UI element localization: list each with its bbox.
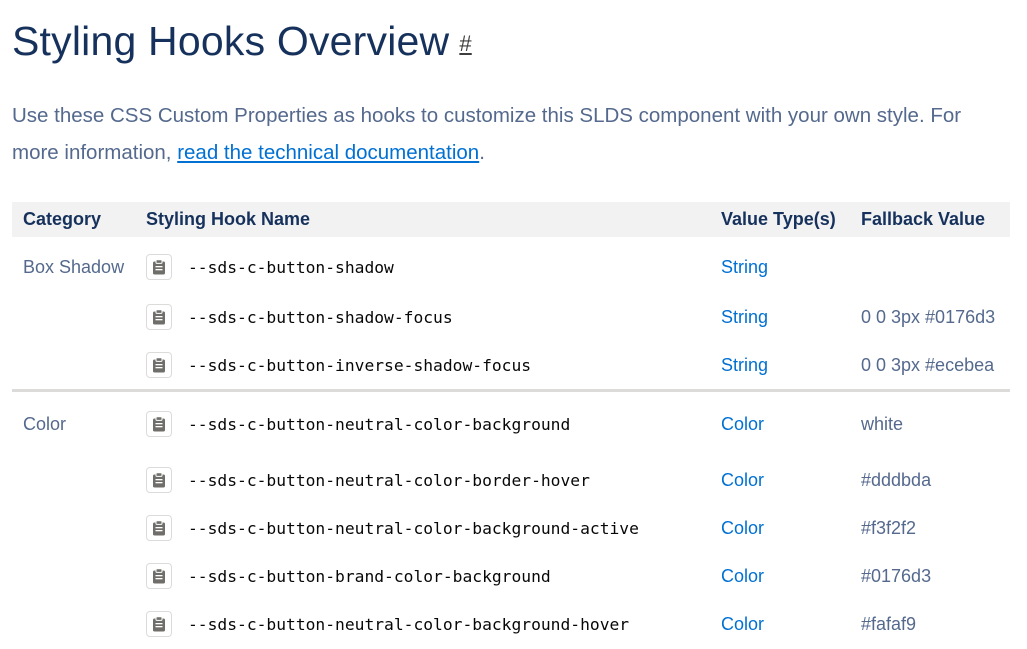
table-row: --sds-c-button-inverse-shadow-focus Strin… xyxy=(12,341,1010,391)
clipboard-icon xyxy=(152,472,166,488)
styling-hooks-table: Category Styling Hook Name Value Type(s)… xyxy=(12,202,1010,648)
clipboard-icon xyxy=(152,259,166,275)
copy-hook-button[interactable] xyxy=(146,254,172,280)
value-type-cell: String xyxy=(721,256,769,277)
hook-name-text: --sds-c-button-neutral-color-background-… xyxy=(188,614,630,634)
hook-name-text: --sds-c-button-brand-color-background xyxy=(188,566,551,586)
value-type-cell: Color xyxy=(721,565,765,586)
hook-name-wrapper: --sds-c-button-inverse-shadow-focus xyxy=(146,352,721,378)
table-row: --sds-c-button-neutral-color-background-… xyxy=(12,504,1010,552)
value-type-cell: Color xyxy=(721,413,765,434)
table-row: --sds-c-button-neutral-color-border-hove… xyxy=(12,456,1010,504)
category-cell xyxy=(12,600,146,648)
copy-hook-button[interactable] xyxy=(146,304,172,330)
hook-name-text: --sds-c-button-shadow xyxy=(188,257,394,277)
table-body: Box Shadow --sds-c-button-shadow String --s… xyxy=(12,237,1010,648)
intro-paragraph: Use these CSS Custom Properties as hooks… xyxy=(12,97,1002,171)
fallback-value-cell: 0 0 3px #ecebea xyxy=(861,354,995,375)
fallback-value-cell: #0176d3 xyxy=(861,565,932,586)
table-row: --sds-c-button-neutral-color-background-… xyxy=(12,600,1010,648)
value-type-cell: Color xyxy=(721,613,765,634)
category-cell: Color xyxy=(23,413,67,434)
hook-name-cell: --sds-c-button-shadow xyxy=(146,237,721,293)
fallback-value-cell: #f3f2f2 xyxy=(861,517,917,538)
column-header-fallback: Fallback Value xyxy=(861,209,986,229)
hook-name-cell: --sds-c-button-neutral-color-background-… xyxy=(146,600,721,648)
copy-hook-button[interactable] xyxy=(146,563,172,589)
clipboard-icon xyxy=(152,416,166,432)
category-cell xyxy=(12,504,146,552)
clipboard-icon xyxy=(152,309,166,325)
hook-name-cell: --sds-c-button-neutral-color-background xyxy=(146,392,721,456)
fallback-value-cell: white xyxy=(861,413,904,434)
hook-name-cell: --sds-c-button-inverse-shadow-focus xyxy=(146,341,721,391)
hook-name-wrapper: --sds-c-button-neutral-color-background-… xyxy=(146,515,721,541)
page-title-text: Styling Hooks Overview xyxy=(12,18,450,64)
hook-name-text: --sds-c-button-inverse-shadow-focus xyxy=(188,355,532,375)
category-cell xyxy=(12,456,146,504)
hook-name-cell: --sds-c-button-neutral-color-border-hove… xyxy=(146,456,721,504)
category-cell xyxy=(12,293,146,341)
table-header-row: Category Styling Hook Name Value Type(s)… xyxy=(12,202,1010,237)
hook-name-wrapper: --sds-c-button-brand-color-background xyxy=(146,563,721,589)
table-row: Color --sds-c-button-neutral-color-backgr… xyxy=(12,392,1010,456)
fallback-value-cell: 0 0 3px #0176d3 xyxy=(861,306,996,327)
value-type-cell: Color xyxy=(721,469,765,490)
page-title: Styling Hooks Overview # xyxy=(12,18,472,65)
clipboard-icon xyxy=(152,520,166,536)
copy-hook-button[interactable] xyxy=(146,467,172,493)
copy-hook-button[interactable] xyxy=(146,611,172,637)
table-row: --sds-c-button-shadow-focus String 0 0 3px… xyxy=(12,293,1010,341)
hook-name-cell: --sds-c-button-neutral-color-background-… xyxy=(146,504,721,552)
heading-anchor-link[interactable]: # xyxy=(459,31,471,56)
intro-text: Use these CSS Custom Properties as hooks… xyxy=(12,104,962,164)
value-type-cell: Color xyxy=(721,517,765,538)
hook-name-cell: --sds-c-button-shadow-focus xyxy=(146,293,721,341)
column-header-category: Category xyxy=(23,209,102,229)
column-header-hook-name: Styling Hook Name xyxy=(146,209,311,229)
intro-text-end: . xyxy=(479,141,485,164)
clipboard-icon xyxy=(152,616,166,632)
hook-name-text: --sds-c-button-neutral-color-border-hove… xyxy=(188,470,590,490)
hook-name-wrapper: --sds-c-button-neutral-color-border-hove… xyxy=(146,467,721,493)
hook-name-text: --sds-c-button-neutral-color-background xyxy=(188,414,571,434)
category-cell xyxy=(12,341,146,391)
hook-name-wrapper: --sds-c-button-shadow xyxy=(146,254,721,280)
hook-name-wrapper: --sds-c-button-shadow-focus xyxy=(146,304,721,330)
category-cell xyxy=(12,552,146,600)
value-type-cell: String xyxy=(721,306,769,327)
clipboard-icon xyxy=(152,357,166,373)
hook-name-text: --sds-c-button-shadow-focus xyxy=(188,307,453,327)
column-header-value-type: Value Type(s) xyxy=(721,209,836,229)
hook-name-cell: --sds-c-button-brand-color-background xyxy=(146,552,721,600)
fallback-value-cell xyxy=(861,237,1010,293)
value-type-cell: String xyxy=(721,354,769,375)
table-row: Box Shadow --sds-c-button-shadow String xyxy=(12,237,1010,293)
fallback-value-cell: #fafaf9 xyxy=(861,613,917,634)
fallback-value-cell: #dddbda xyxy=(861,469,932,490)
hook-name-wrapper: --sds-c-button-neutral-color-background-… xyxy=(146,611,721,637)
technical-documentation-link[interactable]: read the technical documentation xyxy=(177,141,479,164)
category-cell: Box Shadow xyxy=(23,256,125,277)
hook-name-text: --sds-c-button-neutral-color-background-… xyxy=(188,518,639,538)
clipboard-icon xyxy=(152,568,166,584)
copy-hook-button[interactable] xyxy=(146,411,172,437)
copy-hook-button[interactable] xyxy=(146,352,172,378)
copy-hook-button[interactable] xyxy=(146,515,172,541)
table-row: --sds-c-button-brand-color-background Col… xyxy=(12,552,1010,600)
hook-name-wrapper: --sds-c-button-neutral-color-background xyxy=(146,411,721,437)
